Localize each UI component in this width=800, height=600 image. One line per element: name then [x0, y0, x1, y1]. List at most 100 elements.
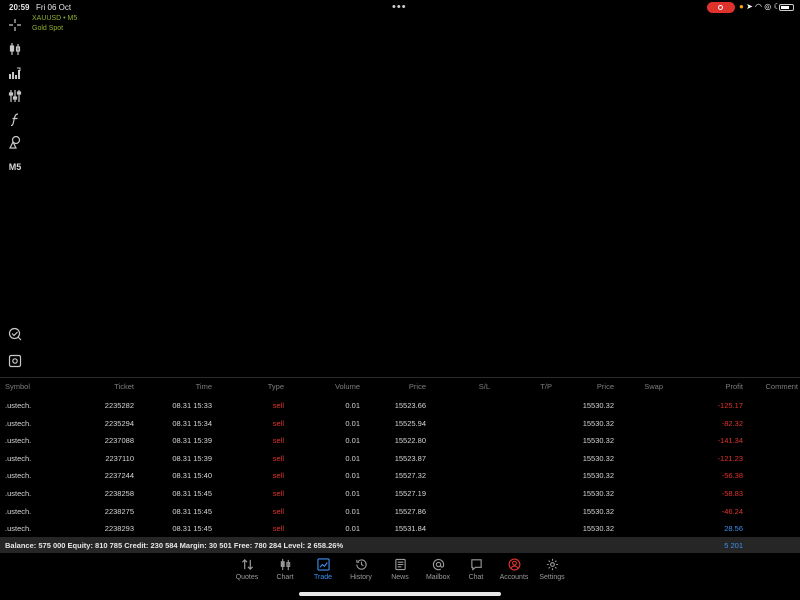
- header-tp[interactable]: T/P: [540, 382, 552, 391]
- row-current-price: 15530.32: [582, 524, 614, 534]
- row-symbol: .ustech.: [5, 471, 32, 481]
- row-volume: 0.01: [345, 401, 360, 410]
- row-volume: 0.01: [345, 453, 360, 463]
- header-sl[interactable]: S/L: [479, 382, 490, 391]
- row-ticket: 2237088: [104, 436, 134, 446]
- screen-recording-indicator[interactable]: [707, 2, 735, 13]
- nav-accounts[interactable]: Accounts: [494, 558, 534, 581]
- row-current-price: 15530.32: [582, 418, 614, 428]
- location-icon: ➤: [746, 2, 753, 11]
- header-volume[interactable]: Volume: [335, 382, 360, 391]
- table-row[interactable]: .ustech. 2237088 08.31 15:39 sell 0.01 15522.…: [0, 432, 800, 449]
- chart-settings-sliders-icon[interactable]: [6, 88, 24, 104]
- nav-trade-label: Trade: [313, 574, 333, 581]
- row-profit: -125.17: [717, 401, 743, 410]
- row-open-price: 15527.86: [394, 506, 426, 516]
- nav-chart[interactable]: Chart: [265, 558, 305, 581]
- multitask-dots[interactable]: •••: [392, 1, 407, 13]
- header-comment[interactable]: Comment: [765, 382, 798, 391]
- indicators-icon[interactable]: [6, 65, 24, 81]
- table-row[interactable]: .ustech. 2235294 08.31 15:34 sell 0.01 15525.…: [0, 415, 800, 432]
- row-current-price: 15530.32: [582, 489, 614, 498]
- crosshair-icon[interactable]: [6, 17, 24, 33]
- row-type: sell: [272, 506, 284, 516]
- timeframe-button[interactable]: M5: [6, 159, 24, 175]
- row-time: 08.31 15:33: [172, 401, 212, 410]
- battery-icon: [779, 4, 794, 11]
- row-open-price: 15523.66: [394, 401, 426, 410]
- row-volume: 0.01: [345, 436, 360, 446]
- row-symbol: .ustech.: [5, 524, 32, 534]
- chart-symbol-description: Gold Spot: [32, 25, 64, 32]
- row-symbol: .ustech.: [5, 418, 32, 428]
- nav-trade[interactable]: Trade: [303, 558, 343, 581]
- header-ticket[interactable]: Ticket: [114, 382, 134, 391]
- nav-chat[interactable]: Chat: [456, 558, 496, 581]
- table-row[interactable]: .ustech. 2237110 08.31 15:39 sell 0.01 15523.…: [0, 450, 800, 467]
- nav-news-label: News: [391, 574, 409, 581]
- row-profit: -82.32: [721, 418, 743, 428]
- row-current-price: 15530.32: [582, 436, 614, 446]
- header-time[interactable]: Time: [196, 382, 212, 391]
- row-ticket: 2237244: [104, 471, 134, 481]
- nav-chat-label: Chat: [468, 574, 484, 581]
- row-current-price: 15530.32: [582, 401, 614, 410]
- header-symbol[interactable]: Symbol: [5, 382, 30, 391]
- nav-accounts-label: Accounts: [499, 574, 529, 581]
- row-ticket: 2238258: [104, 489, 134, 498]
- nav-history-label: History: [350, 574, 372, 581]
- lock-rotation-icon: ◎: [764, 2, 772, 11]
- objects-shapes-icon[interactable]: [6, 134, 24, 150]
- nav-history[interactable]: History: [341, 558, 381, 581]
- row-time: 08.31 15:34: [172, 418, 212, 428]
- nav-chart-label: Chart: [276, 574, 294, 581]
- row-open-price: 15527.32: [394, 471, 426, 481]
- row-time: 08.31 15:39: [172, 453, 212, 463]
- table-row[interactable]: .ustech. 2235282 08.31 15:33 sell 0.01 15523.…: [0, 397, 800, 414]
- header-profit[interactable]: Profit: [725, 382, 743, 391]
- account-icon: [508, 558, 520, 571]
- screenshot-icon[interactable]: [6, 353, 24, 369]
- table-row[interactable]: .ustech. 2237244 08.31 15:40 sell 0.01 15527.…: [0, 467, 800, 484]
- nav-news[interactable]: News: [380, 558, 420, 581]
- chart-symbol-title: XAUUSD • M5: [32, 15, 78, 22]
- header-type[interactable]: Type: [268, 382, 284, 391]
- nav-settings-label: Settings: [539, 574, 565, 581]
- table-row[interactable]: .ustech. 2238275 08.31 15:45 sell 0.01 15527.…: [0, 503, 800, 520]
- row-current-price: 15530.32: [582, 453, 614, 463]
- row-profit: -121.23: [717, 453, 743, 463]
- chart-type-candles-icon[interactable]: [6, 41, 24, 57]
- total-profit: 5 201: [724, 541, 743, 550]
- table-row[interactable]: .ustech. 2238293 08.31 15:45 sell 0.01 15531.…: [0, 520, 800, 537]
- home-indicator[interactable]: [299, 592, 501, 596]
- gear-icon: [546, 558, 558, 571]
- row-current-price: 15530.32: [582, 471, 614, 481]
- balance-summary: Balance: 575 000 Equity: 810 785 Credit:…: [5, 541, 344, 550]
- header-swap[interactable]: Swap: [644, 382, 663, 391]
- nav-settings[interactable]: Settings: [532, 558, 572, 581]
- function-icon[interactable]: [6, 111, 24, 127]
- row-profit: -56.38: [721, 471, 743, 481]
- row-time: 08.31 15:45: [172, 524, 212, 534]
- history-icon: [355, 559, 367, 570]
- mic-indicator-icon: ●: [739, 2, 744, 11]
- row-symbol: .ustech.: [5, 489, 32, 498]
- row-symbol: .ustech.: [5, 436, 32, 446]
- row-type: sell: [272, 453, 284, 463]
- row-time: 08.31 15:39: [172, 436, 212, 446]
- table-row[interactable]: .ustech. 2238258 08.31 15:45 sell 0.01 15527.…: [0, 485, 800, 502]
- status-icons: ● ➤ ◠ ◎ ☾: [739, 2, 781, 11]
- balance-bar[interactable]: Balance: 575 000 Equity: 810 785 Credit:…: [0, 537, 800, 553]
- row-type: sell: [272, 401, 284, 410]
- row-volume: 0.01: [345, 489, 360, 498]
- nav-mailbox-label: Mailbox: [425, 574, 451, 581]
- arrows-updown-icon: [241, 559, 253, 570]
- row-symbol: .ustech.: [5, 401, 32, 410]
- status-time: 20:59: [9, 3, 30, 12]
- header-price[interactable]: Price: [409, 382, 426, 391]
- trade-check-icon[interactable]: [6, 326, 24, 342]
- nav-quotes[interactable]: Quotes: [227, 558, 267, 581]
- table-header: Symbol Ticket Time Type Volume Price S/L…: [0, 378, 800, 395]
- header-current-price[interactable]: Price: [597, 382, 614, 391]
- nav-mailbox[interactable]: Mailbox: [418, 558, 458, 581]
